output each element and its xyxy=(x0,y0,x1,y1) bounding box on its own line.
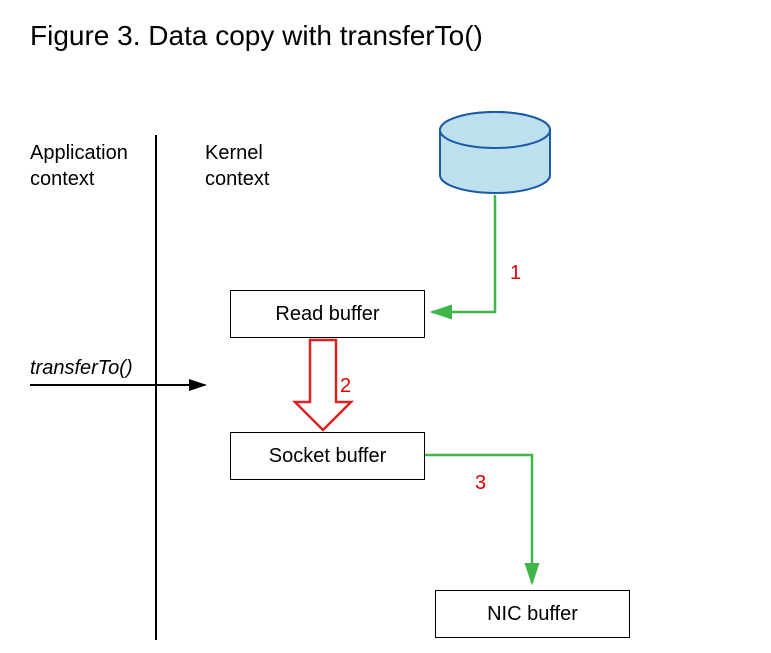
disk-icon xyxy=(430,110,560,210)
figure-title: Figure 3. Data copy with transferTo() xyxy=(0,0,771,52)
socket-buffer-box: Socket buffer xyxy=(230,432,425,480)
diagram-arrows xyxy=(30,80,740,640)
transferto-label: transferTo() xyxy=(30,355,133,381)
step-1-label: 1 xyxy=(510,262,521,285)
step-2-label: 2 xyxy=(340,375,351,398)
read-buffer-box: Read buffer xyxy=(230,290,425,338)
application-context-label: Applicationcontext xyxy=(30,140,128,192)
nic-buffer-box: NIC buffer xyxy=(435,590,630,638)
step-3-label: 3 xyxy=(475,472,486,495)
kernel-context-label: Kernelcontext xyxy=(205,140,269,192)
diagram-canvas: Applicationcontext Kernelcontext transfe… xyxy=(30,80,740,640)
